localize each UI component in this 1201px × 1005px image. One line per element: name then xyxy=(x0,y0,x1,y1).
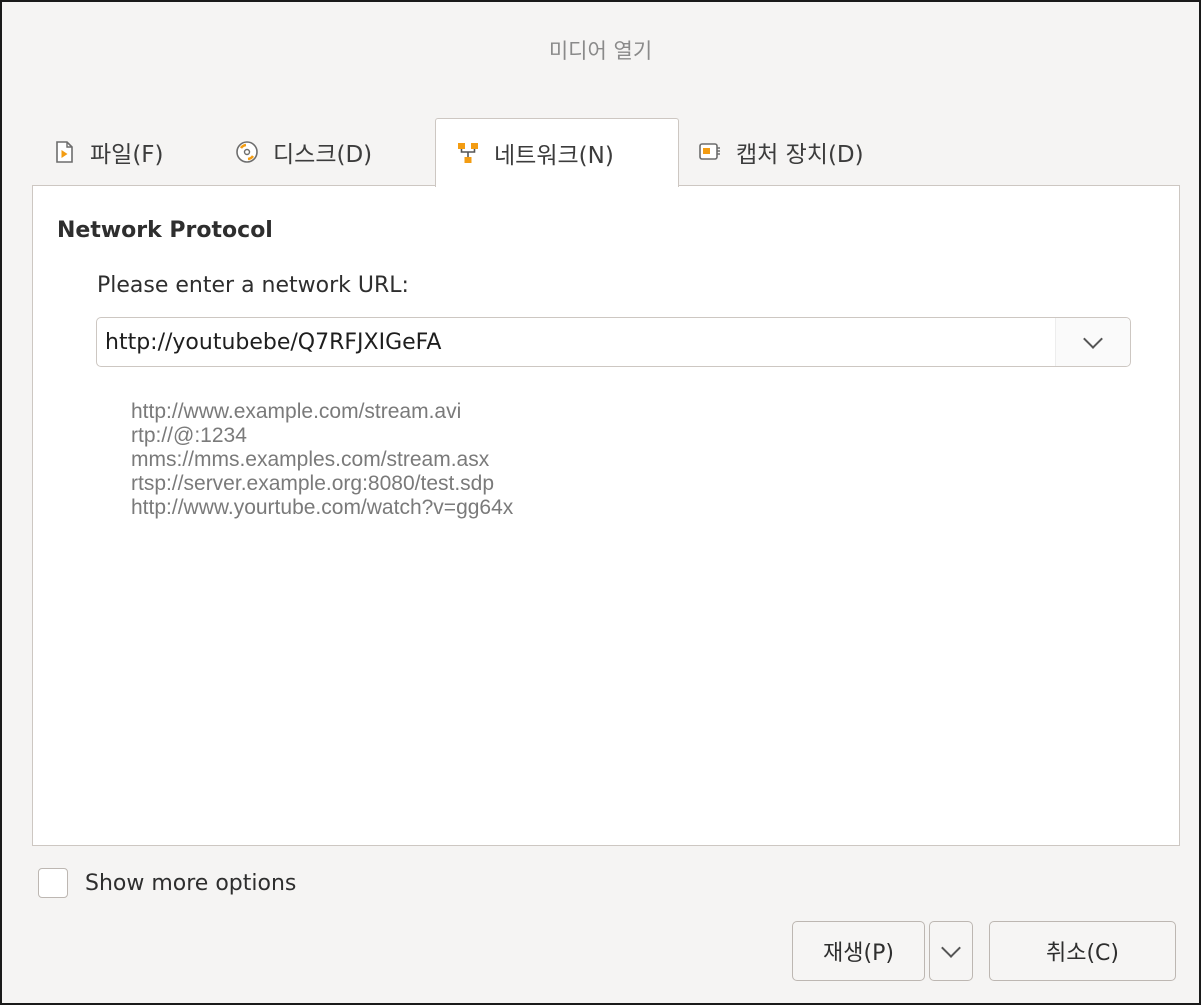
tab-disc-label: 디스크(D) xyxy=(273,142,373,168)
window-title: 미디어 열기 xyxy=(548,39,653,63)
capture-device-icon xyxy=(698,140,722,164)
title-bar[interactable]: 미디어 열기 xyxy=(2,2,1199,94)
network-url-input[interactable]: http://youtubebe/Q7RFJXIGeFA xyxy=(105,330,441,355)
url-label: Please enter a network URL: xyxy=(97,273,409,298)
network-tab-panel: Network Protocol Please enter a network … xyxy=(32,185,1180,846)
chevron-down-icon xyxy=(941,938,961,958)
network-icon xyxy=(456,141,480,165)
tab-capture-device[interactable]: 캡처 장치(D) xyxy=(698,118,864,186)
chevron-down-icon xyxy=(1083,329,1103,349)
url-example: mms://mms.examples.com/stream.asx xyxy=(131,448,490,471)
tab-disc[interactable]: 디스크(D) xyxy=(235,118,372,186)
tab-bar: 파일(F) 디스크(D) 네트워크(N) 캡처 장치(D) xyxy=(32,118,1182,187)
tab-network-label: 네트워크(N) xyxy=(494,143,614,169)
disc-icon xyxy=(235,140,259,164)
play-options-dropdown-button[interactable] xyxy=(929,921,973,981)
show-more-options-checkbox[interactable] xyxy=(38,868,68,898)
url-example: http://www.example.com/stream.avi xyxy=(131,400,462,423)
cancel-button[interactable]: 취소(C) xyxy=(989,921,1176,981)
show-more-options-label: Show more options xyxy=(85,870,297,896)
url-examples: http://www.example.com/stream.avi rtp://… xyxy=(131,400,513,520)
network-protocol-heading: Network Protocol xyxy=(57,218,273,243)
url-history-dropdown-button[interactable] xyxy=(1055,318,1130,366)
play-button-label: 재생(P) xyxy=(823,941,894,966)
tab-file-label: 파일(F) xyxy=(90,142,164,168)
tab-network[interactable]: 네트워크(N) xyxy=(435,118,679,187)
play-button[interactable]: 재생(P) xyxy=(792,921,925,981)
url-example: http://www.yourtube.com/watch?v=gg64x xyxy=(131,496,514,519)
show-more-options-toggle[interactable]: Show more options xyxy=(38,868,296,898)
network-url-combobox[interactable]: http://youtubebe/Q7RFJXIGeFA xyxy=(96,317,1131,367)
url-example: rtsp://server.example.org:8080/test.sdp xyxy=(131,472,495,495)
url-example: rtp://@:1234 xyxy=(131,424,247,447)
tab-capture-device-label: 캡처 장치(D) xyxy=(736,142,864,168)
open-media-dialog: 미디어 열기 파일(F) 디스크(D) 네트워크(N) 캡처 장치(D) Net… xyxy=(0,0,1201,1005)
cancel-button-label: 취소(C) xyxy=(1045,941,1119,966)
file-icon xyxy=(52,140,76,164)
tab-file[interactable]: 파일(F) xyxy=(52,118,164,186)
